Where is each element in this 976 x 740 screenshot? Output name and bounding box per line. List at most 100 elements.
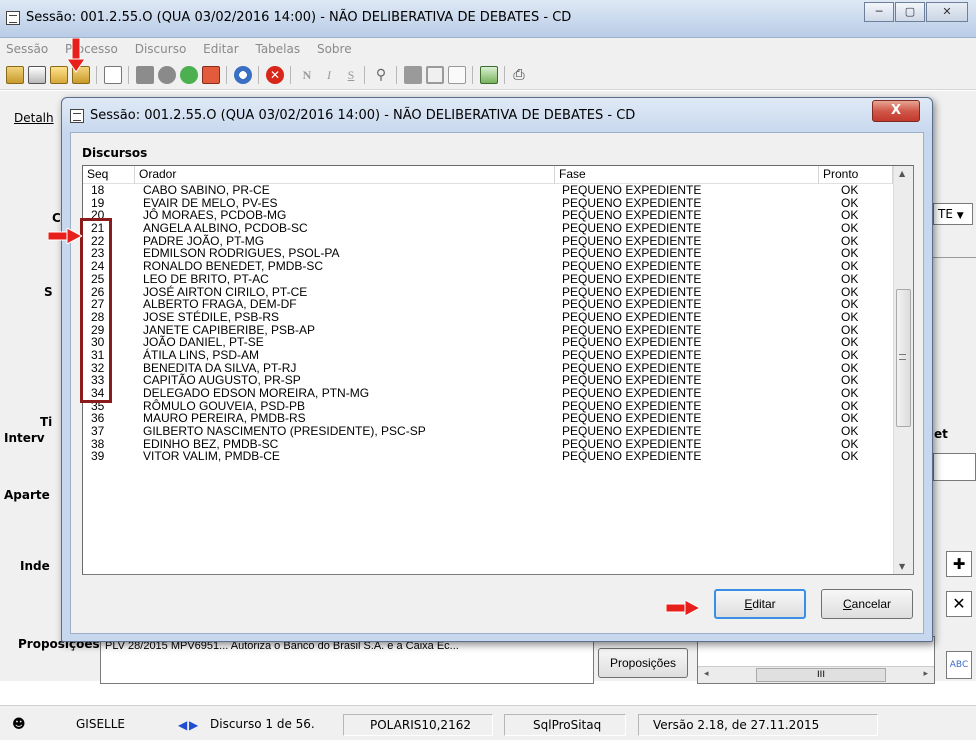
cell-pronto: OK — [841, 297, 859, 312]
new-document-icon[interactable] — [104, 66, 122, 84]
select-partial[interactable]: TE ▼ — [933, 203, 973, 225]
minimize-button[interactable]: ─ — [864, 2, 894, 22]
cell-orador: ÁTILA LINS, PSD-AM — [143, 347, 260, 362]
select-partial-value: TE — [938, 207, 953, 221]
cell-fase: PEQUENO EXPEDIENTE — [562, 271, 702, 286]
cell-pronto: OK — [841, 183, 859, 197]
scroll-up-icon[interactable]: ▲ — [899, 169, 905, 178]
annotation-arrow-down-icon — [67, 38, 85, 73]
scroll-left-icon[interactable]: ◂ — [704, 669, 709, 679]
status-database: SqlProSitaq — [504, 714, 626, 736]
label-et: et — [934, 427, 948, 441]
stop-icon[interactable] — [202, 66, 220, 84]
menu-sessao[interactable]: Sessão — [6, 38, 48, 60]
add-icon[interactable] — [180, 66, 198, 84]
cell-pronto: OK — [841, 386, 859, 400]
cell-fase: PEQUENO EXPEDIENTE — [562, 424, 702, 439]
block-icon[interactable] — [404, 66, 422, 84]
cell-fase: PEQUENO EXPEDIENTE — [562, 259, 702, 274]
cancelar-button[interactable]: Cancelar — [821, 589, 913, 619]
toolbar-separator — [128, 66, 129, 84]
cell-fase: PEQUENO EXPEDIENTE — [562, 449, 702, 464]
cell-fase: PEQUENO EXPEDIENTE — [562, 183, 702, 197]
toolbar-separator — [226, 66, 227, 84]
grid-icon[interactable] — [136, 66, 154, 84]
cancel-red-icon[interactable]: ✕ — [266, 66, 284, 84]
list-item[interactable]: 34 DELEGADO EDSON MOREIRA, PTN-MG PEQUENO … — [83, 387, 893, 400]
window-controls: ─ ▢ ✕ — [863, 2, 968, 22]
chevron-down-icon: ▼ — [956, 211, 964, 221]
prev-discourse-icon[interactable]: ◀ — [178, 718, 187, 732]
menu-discurso[interactable]: Discurso — [135, 38, 187, 60]
cancelar-label: ancelar — [851, 597, 892, 611]
page-icon[interactable] — [448, 66, 466, 84]
list-item[interactable]: 27 ALBERTO FRAGA, DEM-DF PEQUENO EXPEDIENT… — [83, 298, 893, 311]
vertical-scrollbar[interactable]: ▲ ▼ — [893, 166, 913, 574]
toolbar-separator — [472, 66, 473, 84]
record-icon[interactable] — [158, 66, 176, 84]
list-item[interactable]: 37 GILBERTO NASCIMENTO (PRESIDENTE), PSC-… — [83, 425, 893, 438]
horizontal-scrollbar[interactable]: ◂ III ▸ — [698, 666, 934, 683]
side-field[interactable] — [933, 453, 976, 481]
refresh-icon[interactable] — [480, 66, 498, 84]
spell-check-icon[interactable]: ABC — [946, 651, 972, 679]
text-area[interactable]: ◂ III ▸ — [697, 636, 935, 684]
toolbar-separator — [96, 66, 97, 84]
close-button[interactable]: ✕ — [926, 2, 968, 22]
menu-tabelas[interactable]: Tabelas — [255, 38, 300, 60]
cell-orador: LEO DE BRITO, PT-AC — [143, 271, 269, 286]
column-pronto[interactable]: Pronto — [819, 166, 893, 184]
next-discourse-icon[interactable]: ▶ — [189, 718, 198, 732]
list-rows: 18 CABO SABINO, PR-CE PEQUENO EXPEDIENTE OK… — [83, 184, 893, 463]
list-item[interactable]: 31 ÁTILA LINS, PSD-AM PEQUENO EXPEDIENTE OK — [83, 349, 893, 362]
label-tipo: Ti — [40, 415, 53, 429]
frame-icon[interactable] — [426, 66, 444, 84]
editar-label: ditar — [752, 597, 776, 611]
menu-editar[interactable]: Editar — [203, 38, 239, 60]
cell-seq: 18 — [91, 183, 105, 197]
tab-detalhes[interactable]: Detalh — [14, 111, 54, 125]
dialog-close-button[interactable]: X — [872, 100, 920, 122]
menu-sobre[interactable]: Sobre — [317, 38, 352, 60]
bold-icon[interactable]: N — [298, 66, 316, 84]
column-seq[interactable]: Seq — [83, 166, 135, 184]
scroll-right-icon[interactable]: ▸ — [923, 669, 928, 679]
toolbar-separator — [290, 66, 291, 84]
cell-orador: JOSE STÉDILE, PSB-RS — [143, 309, 280, 324]
underline-icon[interactable]: S — [342, 66, 360, 84]
toolbar-separator — [396, 66, 397, 84]
list-item[interactable]: 25 LEO DE BRITO, PT-AC PEQUENO EXPEDIENTE O… — [83, 273, 893, 286]
discursos-list[interactable]: Seq Orador Fase Pronto 18 CABO SABINO, PR… — [82, 165, 914, 575]
binoculars-icon[interactable]: ⚲ — [372, 66, 390, 84]
maximize-button[interactable]: ▢ — [895, 2, 925, 22]
list-item[interactable]: 24 RONALDO BENEDET, PMDB-SC PEQUENO EXPEDI… — [83, 260, 893, 273]
search-session-icon[interactable] — [50, 66, 68, 84]
list-item[interactable]: 39 VITOR VALIM, PMDB-CE PEQUENO EXPEDIENTE… — [83, 450, 893, 463]
column-fase[interactable]: Fase — [555, 166, 819, 184]
status-version: Versão 2.18, de 27.11.2015 — [638, 714, 878, 736]
add-button[interactable]: ✚ — [946, 551, 972, 577]
print-preview-icon[interactable] — [28, 66, 46, 84]
toolbar: ✕ N I S ⚲ ⎙ — [0, 60, 976, 90]
cell-pronto: OK — [841, 309, 859, 324]
open-folder-icon[interactable] — [6, 66, 24, 84]
italic-icon[interactable]: I — [320, 66, 338, 84]
scroll-down-icon[interactable]: ▼ — [899, 562, 905, 571]
main-window-title: Sessão: 001.2.55.O (QUA 03/02/2016 14:00… — [26, 10, 572, 25]
plus-icon: ✚ — [952, 555, 966, 573]
editar-button[interactable]: Editar — [714, 589, 806, 619]
list-item[interactable]: 18 CABO SABINO, PR-CE PEQUENO EXPEDIENTE OK — [83, 184, 893, 197]
help-icon[interactable] — [234, 66, 252, 84]
status-user: GISELLE — [76, 717, 125, 731]
toolbar-separator — [258, 66, 259, 84]
column-orador[interactable]: Orador — [135, 166, 555, 184]
label-s: S — [44, 285, 53, 299]
cell-orador: VITOR VALIM, PMDB-CE — [143, 449, 280, 464]
remove-button[interactable]: ✕ — [946, 591, 972, 617]
list-item[interactable]: 21 ANGELA ALBINO, PCDOB-SC PEQUENO EXPEDIE… — [83, 222, 893, 235]
proposicoes-list[interactable]: PLV 28/2015 MPV6951... Autoriza o Banco … — [100, 636, 594, 684]
proposicoes-button[interactable]: Proposições — [598, 648, 688, 678]
printer-icon[interactable]: ⎙ — [510, 66, 528, 84]
scroll-thumb[interactable]: III — [756, 668, 886, 682]
list-item[interactable]: 28 JOSE STÉDILE, PSB-RS PEQUENO EXPEDIENTE… — [83, 311, 893, 324]
